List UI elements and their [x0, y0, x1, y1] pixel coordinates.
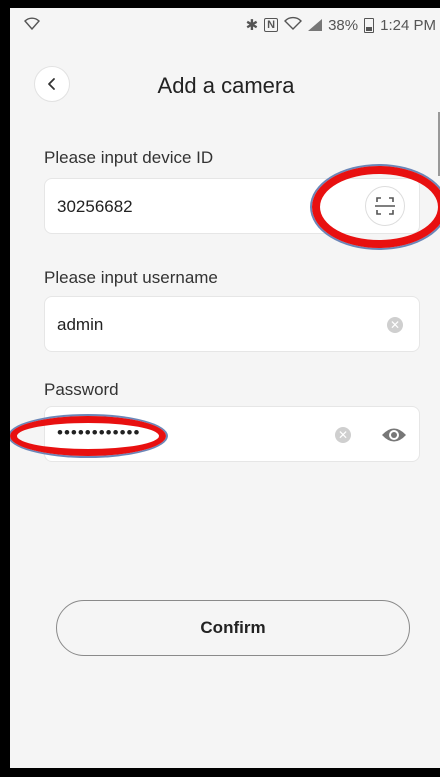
bluetooth-icon: ✱	[245, 17, 259, 34]
show-password-eye-icon[interactable]	[381, 426, 407, 444]
device-id-label: Please input device ID	[44, 148, 214, 167]
app-bar: Add a camera	[10, 46, 440, 108]
clear-username-icon[interactable]: ✕	[387, 317, 403, 333]
highlight-ring-scan	[312, 166, 440, 248]
status-bar: ✱ N 38% 1:24 PM	[10, 8, 440, 42]
nfc-icon: N	[264, 18, 279, 32]
username-field[interactable]: admin ✕	[44, 296, 420, 352]
username-value[interactable]: admin	[57, 315, 103, 335]
battery-icon	[364, 17, 375, 33]
username-label: Please input username	[44, 268, 218, 287]
wifi-calling-icon	[284, 16, 303, 34]
page-title: Add a camera	[157, 73, 295, 98]
clock: 1:24 PM	[380, 16, 436, 34]
battery-percent: 38%	[328, 16, 359, 34]
wifi-icon	[24, 16, 40, 34]
device-id-value[interactable]: 30256682	[57, 197, 133, 217]
highlight-ring-password	[10, 416, 166, 456]
phone-screen: ✱ N 38% 1:24 PM Add a camera Please inpu…	[10, 8, 440, 768]
clear-password-icon[interactable]: ✕	[335, 427, 351, 443]
password-label: Password	[44, 380, 119, 399]
confirm-button[interactable]: Confirm	[56, 600, 410, 656]
signal-icon	[308, 19, 323, 31]
